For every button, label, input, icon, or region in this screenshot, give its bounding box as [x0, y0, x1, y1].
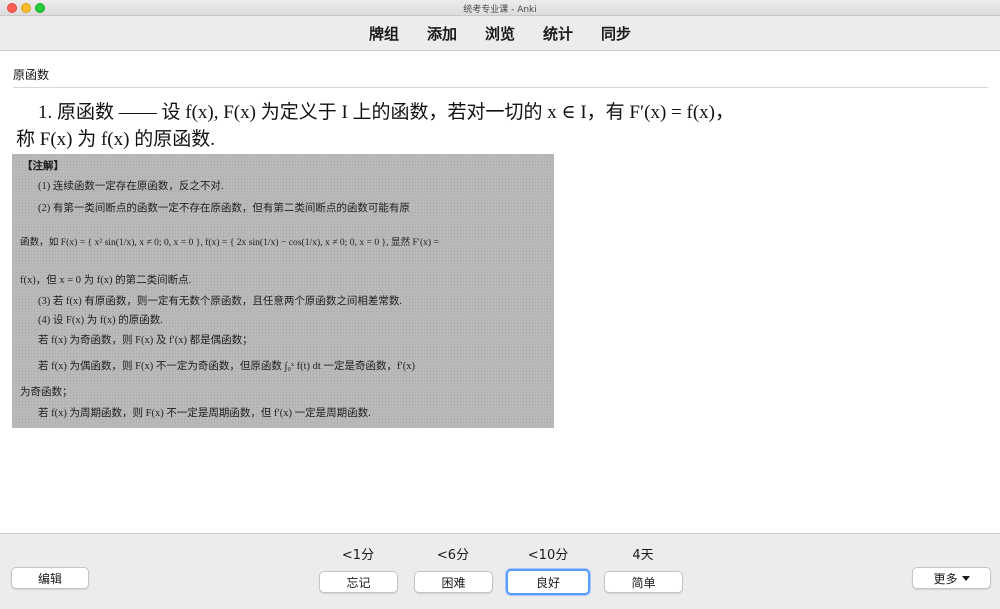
- notes-line: 若 f(x) 为奇函数，则 F(x) 及 f′(x) 都是偶函数；: [38, 335, 253, 346]
- edit-button[interactable]: 编辑: [11, 567, 89, 589]
- window-title: 统考专业课 - Anki: [463, 5, 537, 15]
- notes-line: (4) 设 F(x) 为 f(x) 的原函数.: [38, 315, 163, 326]
- notes-heading: 【注解】: [22, 161, 64, 172]
- interval-easy: 4天: [632, 548, 654, 563]
- toolbar-stats[interactable]: 统计: [543, 23, 573, 44]
- notes-line: (3) 若 f(x) 有原函数，则一定有无数个原函数，且任意两个原函数之间相差常…: [38, 296, 402, 307]
- card-view: 原函数 1. 原函数 —— 设 f(x), F(x) 为定义于 I 上的函数，若…: [0, 51, 1000, 533]
- notes-line: 为奇函数；: [20, 387, 73, 398]
- notes-line: (2) 有第一类间断点的函数一定不存在原函数，但有第二类间断点的函数可能有原: [38, 203, 410, 214]
- toolbar-sync[interactable]: 同步: [601, 23, 631, 44]
- card-question: 原函数: [13, 68, 50, 82]
- more-button[interactable]: 更多: [912, 567, 991, 589]
- again-button[interactable]: 忘记: [319, 571, 398, 593]
- notes-line: (1) 连续函数一定存在原函数，反之不对.: [38, 181, 224, 192]
- toolbar-browse[interactable]: 浏览: [485, 23, 515, 44]
- notes-line: 若 f(x) 为偶函数，则 F(x) 不一定为奇函数，但原函数 ∫₀ˣ f(t)…: [38, 361, 416, 372]
- definition-line-1: 1. 原函数 —— 设 f(x), F(x) 为定义于 I 上的函数，若对一切的…: [38, 102, 734, 123]
- notes-line: 函数，如 F(x) = { x² sin(1/x), x ≠ 0; 0, x =…: [20, 237, 439, 248]
- interval-again: <1分: [341, 548, 375, 563]
- window-titlebar: 统考专业课 - Anki: [0, 0, 1000, 16]
- toolbar-add[interactable]: 添加: [427, 23, 457, 44]
- definition-line-2: 称 F(x) 为 f(x) 的原函数.: [16, 129, 215, 150]
- easy-button[interactable]: 简单: [604, 571, 683, 593]
- notes-scan-image: 【注解】 (1) 连续函数一定存在原函数，反之不对. (2) 有第一类间断点的函…: [12, 154, 554, 428]
- notes-line: 若 f(x) 为周期函数，则 F(x) 不一定是周期函数，但 f′(x) 一定是…: [38, 408, 371, 419]
- hard-button[interactable]: 困难: [414, 571, 493, 593]
- answer-divider: [13, 87, 988, 88]
- easy-button-label: 简单: [631, 575, 656, 590]
- again-button-label: 忘记: [346, 575, 371, 590]
- notes-line: f(x)，但 x = 0 为 f(x) 的第二类间断点.: [20, 275, 192, 286]
- chevron-down-icon: [961, 575, 970, 581]
- more-button-label: 更多: [933, 571, 958, 586]
- main-toolbar: 牌组 添加 浏览 统计 同步: [0, 16, 1000, 51]
- interval-hard: <6分: [436, 548, 470, 563]
- answer-bar: 编辑 <1分 忘记 <6分 困难 <10分 良好 4天 简单 更多: [0, 533, 1000, 609]
- edit-button-label: 编辑: [37, 571, 62, 586]
- good-button[interactable]: 良好: [506, 569, 590, 595]
- hard-button-label: 困难: [441, 575, 466, 590]
- toolbar-decks[interactable]: 牌组: [369, 23, 399, 44]
- good-button-label: 良好: [535, 575, 560, 590]
- interval-good: <10分: [527, 548, 569, 563]
